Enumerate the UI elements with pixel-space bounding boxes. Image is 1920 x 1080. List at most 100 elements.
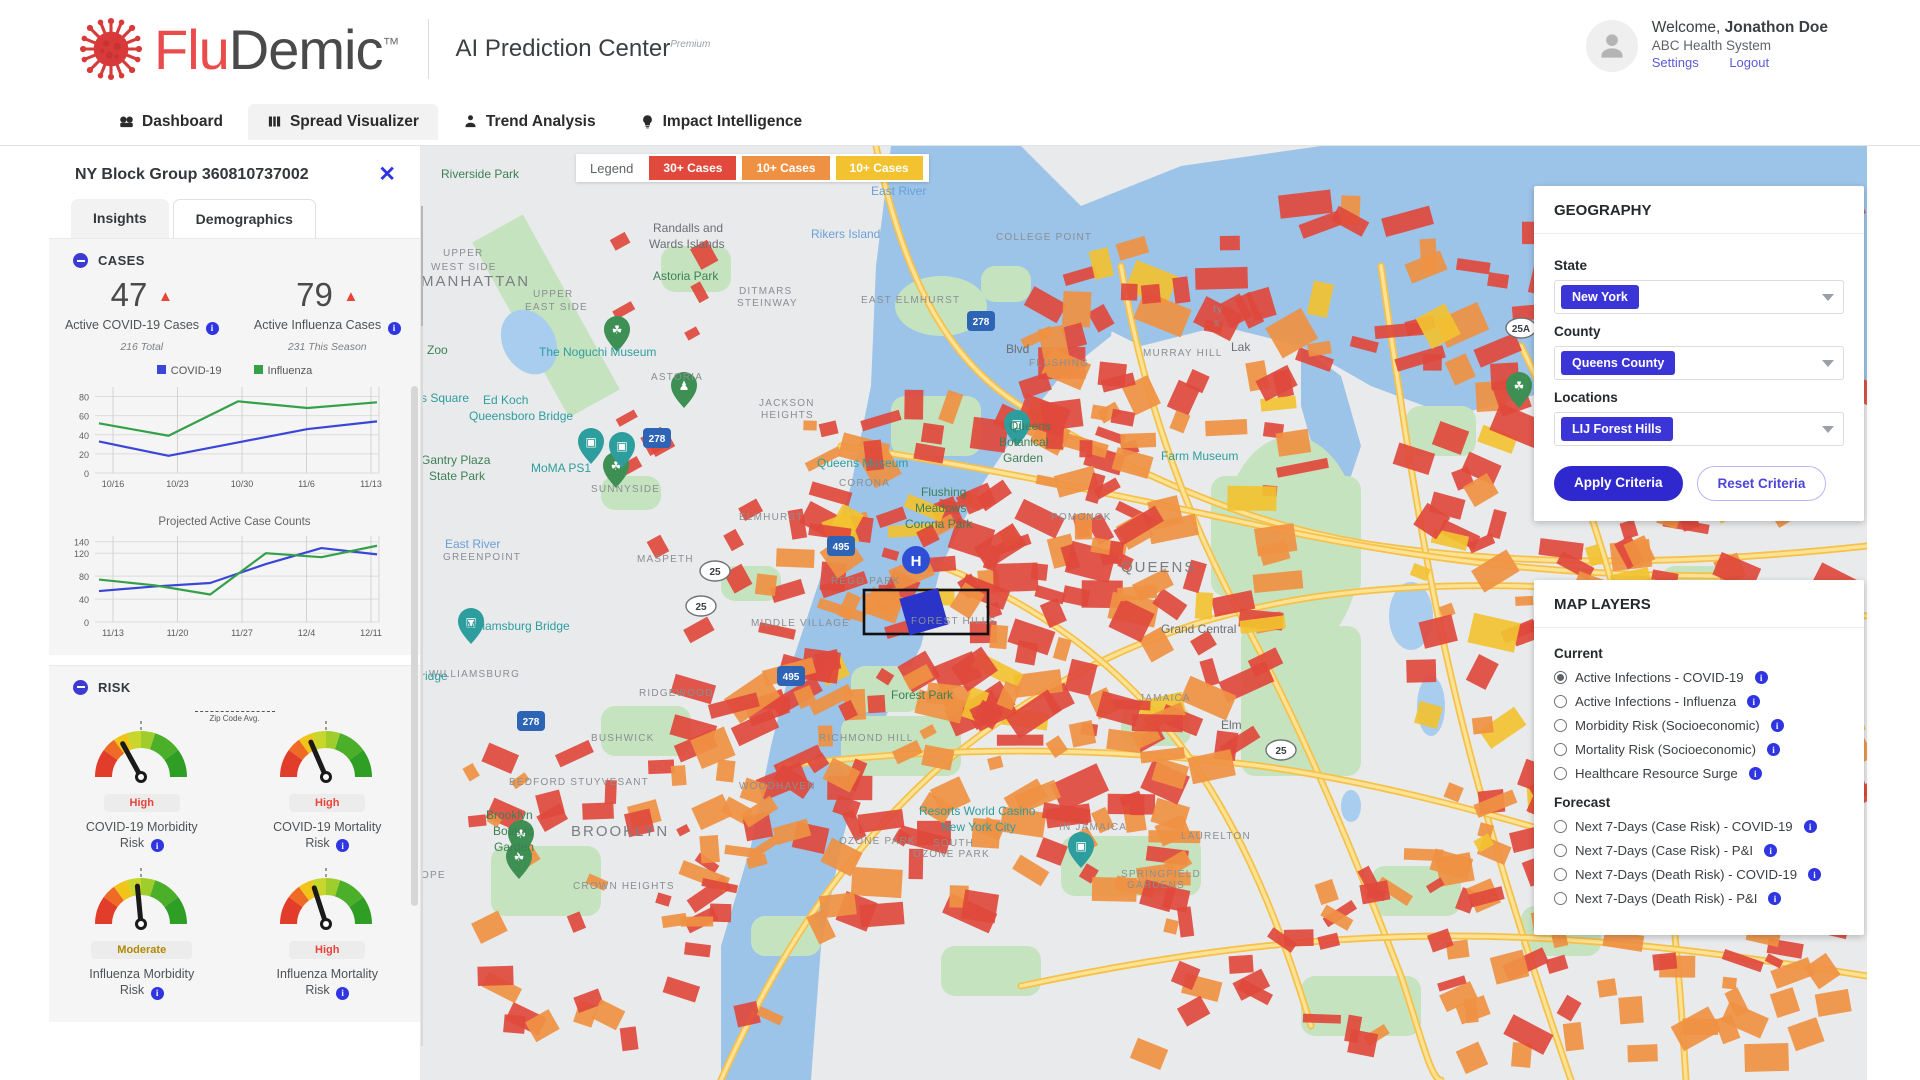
kpi-covid-label-text: Active COVID-19 Cases: [64, 318, 200, 332]
chart-legend: COVID-19 Influenza: [49, 364, 420, 377]
geography-panel-body: State New York County Queens County Loca…: [1534, 234, 1864, 521]
info-icon[interactable]: i: [1808, 868, 1822, 881]
trend-up-icon: ▲: [157, 288, 173, 305]
layer-option-0-1[interactable]: Active Infections - Influenza i: [1554, 694, 1844, 709]
info-icon[interactable]: i: [1770, 719, 1784, 732]
info-icon[interactable]: i: [150, 986, 164, 1000]
county-value: Queens County: [1561, 351, 1676, 375]
layer-group-current: Current: [1554, 646, 1603, 661]
layer-option-label: Mortality Risk (Socioeconomic): [1575, 742, 1757, 757]
svg-text:RIDGEWOOD: RIDGEWOOD: [639, 688, 714, 699]
tab-insights[interactable]: Insights: [71, 199, 169, 238]
layer-option-0-3[interactable]: Mortality Risk (Socioeconomic) i: [1554, 742, 1844, 757]
tab-impact-intelligence[interactable]: Impact Intelligence: [621, 104, 822, 140]
radio-icon[interactable]: [1554, 868, 1567, 881]
info-icon[interactable]: i: [1747, 695, 1761, 708]
layer-option-0-0[interactable]: Active Infections - COVID-19 i: [1554, 670, 1844, 685]
svg-text:Lak: Lak: [1231, 340, 1251, 354]
layer-option-1-2[interactable]: Next 7-Days (Death Risk) - COVID-19 i: [1554, 867, 1844, 882]
legend-influenza-label: Influenza: [267, 364, 313, 377]
gauge-level-badge: High: [289, 793, 366, 812]
info-icon[interactable]: i: [387, 321, 401, 335]
tab-spread-visualizer[interactable]: Spread Visualizer: [247, 103, 438, 140]
svg-text:s Square: s Square: [421, 391, 469, 405]
radio-icon[interactable]: [1554, 671, 1567, 684]
layer-option-1-0[interactable]: Next 7-Days (Case Risk) - COVID-19 i: [1554, 819, 1844, 834]
layer-option-1-3[interactable]: Next 7-Days (Death Risk) - P&I i: [1554, 891, 1844, 906]
radio-icon[interactable]: [1554, 844, 1567, 857]
radio-icon[interactable]: [1554, 719, 1567, 732]
svg-text:60: 60: [79, 411, 89, 421]
apply-criteria-button[interactable]: Apply Criteria: [1554, 466, 1683, 501]
lightbulb-icon: [642, 115, 652, 129]
reset-criteria-button[interactable]: Reset Criteria: [1696, 466, 1827, 501]
county-label: County: [1554, 324, 1601, 339]
svg-text:SPRINGFIELD: SPRINGFIELD: [1121, 869, 1201, 880]
svg-text:State Park: State Park: [429, 469, 486, 483]
brand-logo[interactable]: FluDemic™ AI Prediction CenterPremium: [0, 17, 710, 82]
legend-chip-10plus-yellow: 10+ Cases: [835, 156, 923, 180]
tab-dashboard[interactable]: Dashboard: [100, 104, 242, 140]
close-icon[interactable]: ✕: [378, 164, 396, 185]
info-icon[interactable]: i: [1768, 892, 1782, 905]
layer-option-1-1[interactable]: Next 7-Days (Case Risk) - P&I i: [1554, 843, 1844, 858]
info-icon[interactable]: i: [150, 839, 164, 852]
geography-panel: GEOGRAPHY State New York County Queens C…: [1534, 186, 1864, 521]
collapse-minus-icon[interactable]: [73, 679, 88, 695]
svg-text:140: 140: [74, 537, 89, 547]
svg-text:11/6: 11/6: [298, 479, 315, 489]
svg-text:☘: ☘: [1514, 379, 1525, 393]
info-icon[interactable]: i: [205, 321, 219, 335]
svg-text:EAST SIDE: EAST SIDE: [525, 302, 588, 313]
svg-text:The Noguchi Museum: The Noguchi Museum: [539, 345, 656, 359]
gauge-dial: [94, 720, 187, 783]
info-icon[interactable]: i: [336, 986, 350, 1000]
info-icon[interactable]: i: [1754, 671, 1768, 684]
locations-select[interactable]: LIJ Forest Hills: [1554, 412, 1844, 446]
tab-demographics[interactable]: Demographics: [172, 199, 316, 238]
layer-option-label: Next 7-Days (Death Risk) - COVID-19: [1575, 867, 1798, 882]
app-header: FluDemic™ AI Prediction CenterPremium We…: [0, 0, 1920, 98]
kpi-covid-label: Active COVID-19 Cases i: [49, 317, 235, 335]
svg-text:UPPER: UPPER: [443, 248, 483, 259]
map-scrollbar[interactable]: [421, 206, 423, 1046]
radio-icon[interactable]: [1554, 892, 1567, 905]
radio-icon[interactable]: [1554, 743, 1567, 756]
svg-text:MIDDLE VILLAGE: MIDDLE VILLAGE: [751, 618, 850, 629]
info-icon[interactable]: i: [336, 839, 350, 852]
logout-link[interactable]: Logout: [1729, 55, 1769, 70]
svg-text:JAMAICA: JAMAICA: [1139, 693, 1191, 704]
radio-icon[interactable]: [1554, 820, 1567, 833]
trademark-symbol: ™: [382, 33, 399, 53]
state-select[interactable]: New York: [1554, 280, 1844, 314]
svg-text:80: 80: [79, 572, 89, 582]
cases-section-header[interactable]: CASES: [49, 239, 420, 276]
risk-section-header[interactable]: RISK: [49, 666, 420, 703]
collapse-minus-icon[interactable]: [73, 253, 88, 268]
layer-option-label: Morbidity Risk (Socioeconomic): [1575, 718, 1760, 733]
layer-option-0-2[interactable]: Morbidity Risk (Socioeconomic) i: [1554, 718, 1844, 733]
info-icon[interactable]: i: [1767, 743, 1781, 756]
map-scrollbar-thumb[interactable]: [421, 206, 423, 326]
svg-text:11/20: 11/20: [167, 628, 189, 638]
avatar[interactable]: [1585, 20, 1638, 72]
svg-text:H: H: [911, 553, 922, 570]
info-icon[interactable]: i: [1748, 767, 1762, 780]
map-layers-panel-title: MAP LAYERS: [1534, 580, 1864, 628]
svg-text:UPPER: UPPER: [533, 289, 573, 300]
svg-text:278: 278: [649, 434, 666, 445]
svg-text:11/27: 11/27: [231, 628, 253, 638]
left-panel-scrollbar[interactable]: [411, 386, 418, 906]
map-chart-icon: [268, 116, 281, 127]
county-select[interactable]: Queens County: [1554, 346, 1844, 380]
person-icon: [1601, 34, 1623, 58]
svg-text:Botanical: Botanical: [999, 435, 1048, 449]
settings-link[interactable]: Settings: [1652, 55, 1699, 70]
info-icon[interactable]: i: [1764, 844, 1778, 857]
info-icon[interactable]: i: [1803, 820, 1817, 833]
layer-option-0-4[interactable]: Healthcare Resource Surge i: [1554, 766, 1844, 781]
radio-icon[interactable]: [1554, 695, 1567, 708]
svg-text:WILLIAMSBURG: WILLIAMSBURG: [429, 669, 520, 680]
tab-trend-analysis[interactable]: Trend Analysis: [444, 104, 615, 140]
radio-icon[interactable]: [1554, 767, 1567, 780]
